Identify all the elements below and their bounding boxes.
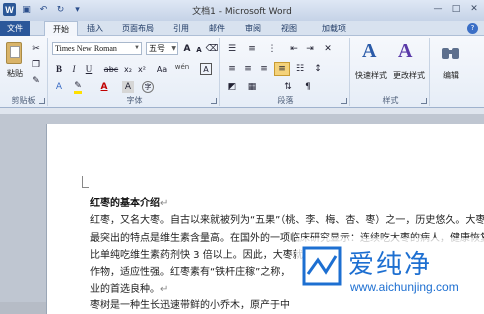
window-title: 文档1 - Microsoft Word	[192, 7, 292, 17]
change-styles-label[interactable]: 更改样式	[390, 70, 428, 81]
clear-format-icon[interactable]: ⌫	[206, 43, 219, 55]
cut-icon[interactable]: ✂	[30, 43, 42, 55]
tab-mailings[interactable]: 邮件	[202, 21, 232, 36]
quick-styles-label[interactable]: 快速样式	[352, 70, 390, 81]
tab-view[interactable]: 视图	[274, 21, 304, 36]
sort-icon[interactable]: ⇅	[282, 81, 294, 93]
watermark-text: 爱纯净	[348, 250, 433, 280]
help-icon[interactable]: ?	[467, 23, 478, 34]
font-launcher-icon[interactable]	[211, 98, 217, 104]
font-size-value: 五号	[149, 44, 165, 53]
font-name-value: Times New Roman	[55, 44, 117, 53]
character-shading-icon[interactable]: A	[122, 81, 134, 93]
change-case-button[interactable]: Aa	[154, 63, 170, 75]
format-painter-icon[interactable]: ✎	[30, 75, 42, 87]
tab-review[interactable]: 审阅	[238, 21, 268, 36]
justify-icon[interactable]: ≡	[274, 62, 290, 76]
distributed-icon[interactable]: ☷	[294, 63, 306, 75]
borders-icon[interactable]: ▦	[246, 81, 258, 93]
ruler[interactable]	[0, 108, 484, 114]
align-center-icon[interactable]: ≡	[242, 63, 254, 75]
shrink-font-button[interactable]: A	[193, 44, 205, 56]
paragraph-group: ☰ ≡ ⋮ ⇤ ⇥ ✕ ≡ ≡ ≡ ≡ ☷ ↕ ◩ ▦ ⇅ ¶ 段落	[222, 38, 350, 106]
paragraph-group-label: 段落	[277, 96, 294, 105]
tab-page-layout[interactable]: 页面布局	[114, 21, 162, 36]
paste-sheet-icon	[10, 46, 20, 58]
styles-group: A A 快速样式 更改样式 样式	[352, 38, 430, 106]
change-styles-icon[interactable]: A	[398, 40, 412, 63]
font-size-combo[interactable]: 五号 ▼	[146, 42, 178, 55]
maximize-icon[interactable]: □	[450, 3, 462, 15]
font-group: Times New Roman ▼ 五号 ▼ A A ⌫ B I U abc x₂ …	[50, 38, 220, 106]
chevron-down-icon: ▼	[171, 45, 176, 52]
watermark-logo-icon	[302, 246, 342, 286]
align-right-icon[interactable]: ≡	[258, 63, 270, 75]
superscript-button[interactable]: x²	[136, 63, 148, 75]
document-line[interactable]: 业的首选良种。↵	[90, 280, 168, 295]
grow-font-button[interactable]: A	[181, 43, 193, 55]
styles-group-label: 样式	[382, 96, 399, 105]
tab-insert[interactable]: 插入	[80, 21, 110, 36]
font-name-combo[interactable]: Times New Roman ▼	[52, 42, 142, 55]
align-left-icon[interactable]: ≡	[226, 63, 238, 75]
clipboard-launcher-icon[interactable]	[39, 98, 45, 104]
document-line[interactable]: 作物，适应性强。红枣素有“铁杆庄稼”之称，	[90, 263, 290, 278]
ribbon: 粘贴 ✂ ❐ ✎ 剪贴板 Times New Roman ▼ 五号 ▼ A A ⌫ …	[0, 36, 484, 108]
paragraph-launcher-icon[interactable]	[341, 98, 347, 104]
editing-label[interactable]: 编辑	[432, 70, 470, 81]
enclose-characters-icon[interactable]: 字	[142, 81, 154, 93]
line-spacing-icon[interactable]: ↕	[312, 63, 324, 75]
editing-group: 编辑	[432, 38, 472, 106]
binoculars-icon[interactable]	[442, 42, 460, 62]
multilevel-list-icon[interactable]: ⋮	[266, 43, 278, 55]
highlight-icon[interactable]: ✎	[72, 81, 84, 94]
tab-addins[interactable]: 加载项	[314, 21, 354, 36]
underline-button[interactable]: U	[83, 63, 95, 75]
text-effects-icon[interactable]: A	[53, 81, 65, 93]
margin-corner-mark	[82, 176, 89, 188]
phonetic-guide-button[interactable]: wén	[174, 61, 190, 73]
watermark: 爱纯净 www.aichunjing.com	[296, 238, 484, 304]
shading-icon[interactable]: ◩	[226, 81, 238, 93]
subscript-button[interactable]: x₂	[122, 63, 134, 75]
chinese-layout-icon[interactable]: ✕	[322, 43, 334, 55]
tab-file[interactable]: 文件	[0, 21, 30, 36]
ribbon-tabs: 文件 开始 插入 页面布局 引用 邮件 审阅 视图 加载项 ?	[0, 21, 484, 37]
tab-home[interactable]: 开始	[44, 21, 78, 37]
tab-references[interactable]: 引用	[166, 21, 196, 36]
close-icon[interactable]: ✕	[468, 3, 480, 15]
document-line[interactable]: 比单纯吃维生素药剂快 3 倍以上。因此，大枣就	[90, 246, 303, 261]
bold-button[interactable]: B	[53, 63, 65, 75]
copy-icon[interactable]: ❐	[30, 59, 42, 71]
italic-button[interactable]: I	[68, 63, 80, 75]
document-heading[interactable]: 红枣的基本介绍↵	[90, 194, 168, 209]
clipboard-group: 粘贴 ✂ ❐ ✎ 剪贴板	[0, 38, 48, 106]
styles-launcher-icon[interactable]	[421, 98, 427, 104]
character-border-button[interactable]: A	[200, 63, 212, 75]
strikethrough-button[interactable]: abc	[102, 63, 120, 75]
font-color-icon[interactable]: A	[98, 81, 110, 93]
increase-indent-icon[interactable]: ⇥	[304, 43, 316, 55]
title-bar: W ▣ ↶ ↻ ▾ 文档1 - Microsoft Word — □ ✕	[0, 0, 484, 21]
document-line[interactable]: 红枣，又名大枣。自古以来就被列为“五果”（桃、李、梅、杏、枣）之一，历史悠久。大…	[90, 211, 484, 226]
document-line[interactable]: 枣树是一种生长迅速带鲜的小乔木，原产于中	[90, 296, 290, 311]
chevron-down-icon: ▼	[134, 45, 140, 51]
show-marks-icon[interactable]: ¶	[302, 81, 314, 93]
font-group-label: 字体	[126, 96, 143, 105]
paste-label[interactable]: 粘贴	[2, 68, 28, 79]
numbering-icon[interactable]: ≡	[246, 43, 258, 55]
watermark-url: www.aichunjing.com	[350, 280, 459, 294]
quick-styles-icon[interactable]: A	[362, 40, 376, 63]
window-controls: — □ ✕	[432, 3, 480, 15]
bullets-icon[interactable]: ☰	[226, 43, 238, 55]
decrease-indent-icon[interactable]: ⇤	[288, 43, 300, 55]
minimize-icon[interactable]: —	[432, 3, 444, 15]
